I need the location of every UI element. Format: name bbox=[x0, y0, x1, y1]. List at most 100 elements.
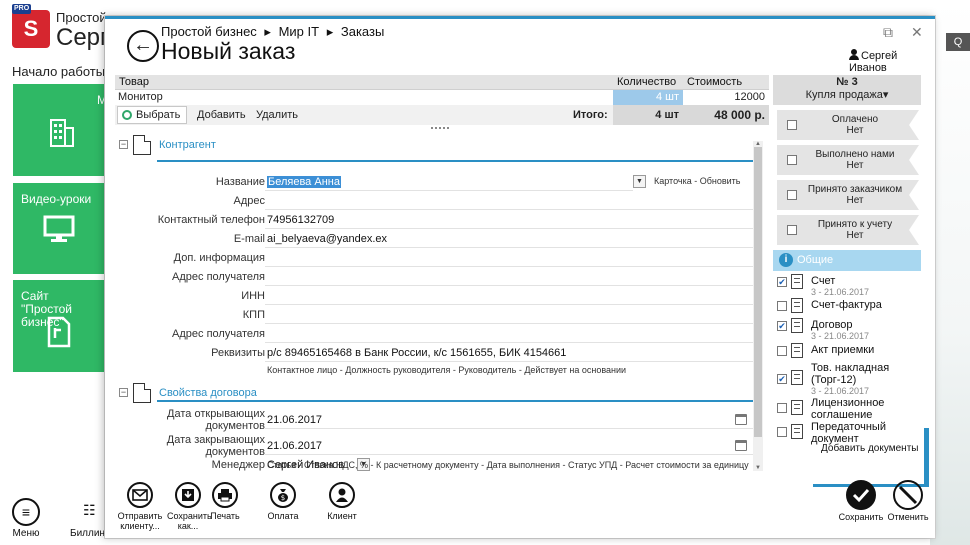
inn-input[interactable] bbox=[265, 287, 759, 305]
select-goods-button[interactable]: Выбрать bbox=[117, 106, 188, 124]
order-number-box[interactable]: № 3 Купля продажа▾ bbox=[773, 75, 921, 105]
section-divider bbox=[157, 160, 757, 162]
contract-extra-links[interactable]: Статья - Ставка НДС, % - К расчетному до… bbox=[267, 460, 749, 470]
list-item[interactable]: Передаточный документ bbox=[777, 421, 923, 445]
form-scrollbar[interactable]: ▲ ▼ bbox=[753, 141, 763, 471]
splitter-handle[interactable] bbox=[431, 127, 449, 129]
cancel-button[interactable]: Отменить bbox=[885, 480, 931, 522]
restore-window-icon[interactable]: ⧉ bbox=[883, 24, 893, 41]
doc-name-invoice[interactable]: Счет bbox=[811, 275, 835, 287]
calendar-icon[interactable] bbox=[735, 440, 747, 451]
add-documents-link[interactable]: Добавить документы bbox=[821, 443, 918, 454]
open-docs-date-input[interactable]: 21.06.2017 bbox=[265, 411, 759, 429]
delete-goods-button[interactable]: Удалить bbox=[256, 109, 298, 121]
doc-checkbox-acceptance-act[interactable] bbox=[777, 346, 787, 356]
status-done-by-us[interactable]: Выполнено нами Нет bbox=[777, 145, 919, 175]
refresh-link[interactable]: Обновить bbox=[700, 176, 741, 186]
calendar-icon[interactable] bbox=[735, 414, 747, 425]
recipient-address-2-input[interactable] bbox=[265, 325, 759, 343]
list-item[interactable]: Акт приемки bbox=[777, 343, 923, 364]
list-item[interactable]: Счет-фактура bbox=[777, 298, 923, 319]
list-item[interactable]: ✔ Счет 3 - 21.06.2017 bbox=[777, 274, 923, 299]
cell-item[interactable]: Монитор bbox=[118, 91, 163, 103]
column-header-qty[interactable]: Количество bbox=[617, 76, 676, 88]
email-input[interactable]: ai_belyaeva@yandex.ex bbox=[265, 230, 759, 248]
scrollbar-thumb[interactable] bbox=[754, 147, 762, 437]
close-docs-date-input[interactable]: 21.06.2017 bbox=[265, 437, 759, 455]
doc-name-license[interactable]: Лицензионное соглашение bbox=[811, 397, 911, 421]
status-done-checkbox[interactable] bbox=[787, 155, 797, 165]
field-inn: ИНН bbox=[115, 287, 760, 305]
name-input-value: Беляева Анна bbox=[267, 176, 341, 188]
kpp-input[interactable] bbox=[265, 306, 759, 324]
back-button[interactable]: ← bbox=[127, 30, 159, 62]
status-paid[interactable]: Оплачено Нет bbox=[777, 110, 919, 140]
save-as-button[interactable]: Сохранить как... bbox=[167, 482, 212, 531]
doc-checkbox-tax-invoice[interactable] bbox=[777, 301, 787, 311]
status-paid-value: Нет bbox=[846, 125, 864, 136]
save-button[interactable]: Сохранить bbox=[837, 480, 885, 522]
scroll-down-icon[interactable]: ▼ bbox=[755, 465, 761, 471]
doc-name-contract[interactable]: Договор bbox=[811, 319, 853, 331]
doc-name-waybill[interactable]: Тов. накладная (Торг-12) bbox=[811, 362, 921, 386]
status-paid-checkbox[interactable] bbox=[787, 120, 797, 130]
current-user[interactable]: Сергей Иванов bbox=[849, 49, 935, 74]
status-accepted-by-client[interactable]: Принято заказчиком Нет bbox=[777, 180, 919, 210]
name-input[interactable]: Беляева Анна bbox=[265, 173, 633, 191]
billing-button[interactable]: ☷ Биллинг bbox=[70, 498, 109, 539]
chevron-down-icon[interactable]: ▼ bbox=[633, 175, 646, 188]
payment-button[interactable]: $ Оплата bbox=[265, 482, 301, 521]
doc-checkbox-license[interactable] bbox=[777, 403, 787, 413]
phone-input[interactable]: 74956132709 bbox=[265, 211, 759, 229]
doc-checkbox-contract[interactable]: ✔ bbox=[777, 321, 787, 331]
tile-video-lessons[interactable]: Видео-уроки bbox=[13, 183, 105, 274]
general-docs-header[interactable]: i Общие bbox=[773, 250, 921, 271]
print-button[interactable]: Печать bbox=[207, 482, 243, 521]
extra-info-input[interactable] bbox=[265, 249, 759, 267]
card-link[interactable]: Карточка bbox=[654, 176, 692, 186]
document-icon bbox=[133, 135, 151, 155]
collapse-toggle-icon[interactable]: − bbox=[119, 388, 128, 397]
menu-button[interactable]: ≡ Меню bbox=[12, 498, 40, 539]
background-right-strip bbox=[930, 0, 970, 545]
column-header-item[interactable]: Товар bbox=[119, 76, 149, 88]
list-item[interactable]: Лицензионное соглашение bbox=[777, 397, 923, 421]
dialog-accent-line bbox=[105, 16, 935, 19]
doc-name-tax-invoice[interactable]: Счет-фактура bbox=[811, 299, 882, 311]
doc-name-acceptance-act[interactable]: Акт приемки bbox=[811, 344, 874, 356]
doc-checkbox-waybill[interactable]: ✔ bbox=[777, 374, 787, 384]
field-recipient-address-2: Адрес получателя bbox=[115, 325, 760, 343]
document-icon bbox=[791, 370, 803, 385]
logo-top-text: PRO bbox=[12, 4, 32, 14]
send-to-client-button[interactable]: Отправить клиенту... bbox=[117, 482, 163, 531]
status-accepted-checkbox[interactable] bbox=[787, 190, 797, 200]
requisites-input[interactable]: р/с 89465165468 в Банк России, к/с 15616… bbox=[265, 344, 759, 362]
breadcrumb-item-company[interactable]: Мир IT bbox=[279, 24, 320, 39]
cell-qty[interactable]: 4 шт bbox=[613, 90, 683, 105]
close-window-icon[interactable]: ✕ bbox=[911, 24, 923, 41]
collapse-toggle-icon[interactable]: − bbox=[119, 140, 128, 149]
column-header-cost[interactable]: Стоимость bbox=[687, 76, 742, 88]
doc-checkbox-transfer[interactable] bbox=[777, 427, 787, 437]
field-requisites-label: Реквизиты bbox=[211, 347, 265, 359]
select-goods-label: Выбрать bbox=[136, 109, 181, 121]
cell-cost[interactable]: 12000 bbox=[683, 90, 769, 105]
search-icon[interactable]: Q bbox=[946, 33, 970, 51]
add-goods-button[interactable]: Добавить bbox=[197, 109, 246, 121]
order-form: − Контрагент Название Беляева Анна ▼ Кар… bbox=[115, 133, 760, 473]
tile-website[interactable]: Сайт "Простой бизнес" bbox=[13, 280, 105, 372]
client-button[interactable]: Клиент bbox=[324, 482, 360, 521]
status-accounted[interactable]: Принято к учету Нет bbox=[777, 215, 919, 245]
list-item[interactable]: ✔ Договор 3 - 21.06.2017 bbox=[777, 318, 923, 343]
list-item[interactable]: ✔ Тов. накладная (Торг-12) 3 - 21.06.201… bbox=[777, 362, 923, 398]
recipient-address-input[interactable] bbox=[265, 268, 759, 286]
address-input[interactable] bbox=[265, 192, 759, 210]
breadcrumb-item-business[interactable]: Простой бизнес bbox=[161, 24, 257, 39]
doc-name-transfer[interactable]: Передаточный документ bbox=[811, 421, 911, 445]
tile-main[interactable]: М bbox=[13, 84, 107, 176]
checkmark-icon bbox=[846, 480, 876, 510]
counterparty-extra-links[interactable]: Контактное лицо - Должность руководителя… bbox=[267, 365, 626, 375]
status-accounted-checkbox[interactable] bbox=[787, 225, 797, 235]
doc-checkbox-invoice[interactable]: ✔ bbox=[777, 277, 787, 287]
breadcrumb-item-orders[interactable]: Заказы bbox=[341, 24, 384, 39]
